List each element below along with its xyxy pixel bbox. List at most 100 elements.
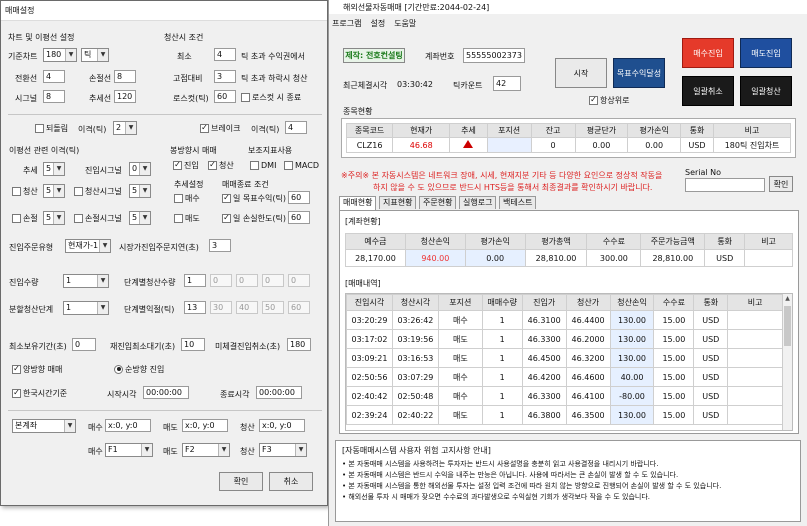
batch-clear-button[interactable]: 일괄청산 [740,76,792,106]
entry-qty-select[interactable]: 1 ▼ [63,274,109,288]
buy-entry-button[interactable]: 매수진입 [682,38,734,68]
trend-ma-select[interactable]: 5 ▼ [43,162,65,176]
daily-loss-input[interactable]: 60 [288,211,310,224]
trend-sell-checkbox[interactable]: 매도 [174,212,200,224]
direction-clear-checkbox[interactable]: ✓ 청산 [208,159,234,171]
start-button[interactable]: 시작 [555,58,607,88]
step-qty-input-3[interactable]: 0 [236,274,258,287]
tab-log[interactable]: 실행로그 [459,196,497,209]
order-type-select[interactable]: 현재가-1 ▼ [65,239,111,253]
account-number-field[interactable]: 55555002373 [463,48,525,63]
market-delay-input[interactable]: 3 [209,239,231,252]
losscut-exit-checkbox[interactable]: 로스컷 시 종료 [241,91,301,103]
tab-trades[interactable]: 매매현황 [339,196,377,210]
risk-notice-panel: [자동매매시스템 사용자 위험 고지사항 안내] • 본 자동매매 시스템을 사… [335,440,801,522]
stop-ma-select[interactable]: 5 ▼ [43,211,65,225]
step-qty-input-2[interactable]: 0 [210,274,232,287]
tab-backtest[interactable]: 백테스트 [499,196,537,209]
trend-buy-checkbox[interactable]: 매수 [174,192,200,204]
step-gap-input-4[interactable]: 50 [262,301,284,314]
batch-cancel-button[interactable]: 일괄취소 [682,76,734,106]
table-row[interactable]: 03:09:21 03:16:53 매도 1 46.4500 46.3200 130.00 1… [346,348,783,368]
oneway-radio[interactable]: 순방향 진입 [114,363,164,375]
sell-entry-button[interactable]: 매도진입 [740,38,792,68]
sell-coord-input[interactable]: x:0, y:0 [182,419,228,432]
trade-cell [727,386,783,406]
trade-scrollbar[interactable]: ▲ [782,294,792,430]
bidirectional-checkbox[interactable]: ✓ 양방향 매매 [12,363,62,375]
scrollbar-thumb[interactable] [784,306,791,346]
tab-orders[interactable]: 주문현황 [419,196,457,209]
table-row[interactable]: 03:20:29 03:26:42 매수 1 46.3100 46.4400 130.00 1… [346,310,783,330]
break-gap-input[interactable]: 4 [285,121,307,134]
table-row[interactable]: 02:39:24 02:40:22 매도 1 46.3800 46.3500 130.00 1… [346,405,783,425]
macd-checkbox[interactable]: MACD [284,159,319,171]
serial-confirm-button[interactable]: 확인 [769,176,793,192]
target-reached-button[interactable]: 목표수익달성 [613,58,665,88]
step-qty-input-1[interactable]: 1 [184,274,206,287]
table-row[interactable]: CLZ16 46.68 0 0.00 0.00 USD 180틱 진입차트 [345,137,791,153]
risk-notice-line: • 본 자동매매 시스템을 통한 해외선물 투자는 설정 입력 조건에 따라 원… [342,482,722,490]
transfer-line-input[interactable]: 4 [43,70,65,83]
clear-ma-checkbox[interactable]: 청산 [12,185,38,197]
clear-signal-select[interactable]: 5 ▼ [129,184,151,198]
base-chart-unit-select[interactable]: 틱 ▼ [81,48,109,62]
dmi-checkbox[interactable]: DMI [250,159,276,171]
step-gap-input-1[interactable]: 13 [184,301,206,314]
table-row[interactable]: 03:17:02 03:19:56 매도 1 46.3300 46.2000 130.00 1… [346,329,783,349]
sell-key-select[interactable]: F2 ▼ [182,443,230,457]
table-row[interactable]: 02:40:42 02:50:48 매수 1 46.3300 46.4100 -80.00 1… [346,386,783,406]
base-chart-select[interactable]: 180 ▼ [43,48,77,62]
step-gap-input-5[interactable]: 60 [288,301,310,314]
menu-settings[interactable]: 설정 [370,18,385,29]
table-row[interactable]: 02:50:56 03:07:29 매수 1 46.4200 46.4600 40.00 15… [346,367,783,387]
break-checkbox[interactable]: ✓ 브레이크 [200,122,240,134]
clear-signal-checkbox[interactable]: 청산시그널 [74,185,122,197]
account-mode-select[interactable]: 본계좌 ▼ [12,419,76,433]
target-profit-input[interactable]: 60 [288,191,310,204]
rebound-checkbox[interactable]: 되돌림 [35,122,68,134]
entry-signal-select[interactable]: 0 ▼ [129,162,151,176]
step-gap-input-2[interactable]: 30 [210,301,232,314]
stock-header: 비고 [713,123,791,138]
clear-coord-input[interactable]: x:0, y:0 [259,419,305,432]
min-hold-input[interactable]: 0 [72,338,96,351]
ok-button[interactable]: 확인 [219,472,263,491]
step-qty-input-4[interactable]: 0 [262,274,284,287]
chevron-down-icon: ▼ [97,49,108,61]
reentry-wait-input[interactable]: 10 [181,338,205,351]
clear-key-select[interactable]: F3 ▼ [259,443,307,457]
target-profit-checkbox[interactable]: ✓ 일 목표수익(틱) [222,192,286,204]
min-profit-input[interactable]: 4 [214,48,236,61]
split-step-select[interactable]: 1 ▼ [63,301,109,315]
clear-ma-select[interactable]: 5 ▼ [43,184,65,198]
trailing-input[interactable]: 3 [214,70,236,83]
start-time-input[interactable]: 00:00:00 [143,386,189,399]
trend-line-input[interactable]: 120 [114,90,136,103]
korea-time-checkbox[interactable]: ✓ 한국시간기준 [12,387,67,399]
direction-entry-checkbox[interactable]: ✓ 진입 [173,159,199,171]
step-gap-input-3[interactable]: 40 [236,301,258,314]
always-on-top-checkbox[interactable]: ✓ 항상위로 [589,94,629,106]
loss-line-input[interactable]: 8 [114,70,136,83]
stop-signal-select[interactable]: 5 ▼ [129,211,151,225]
cancel-button[interactable]: 취소 [269,472,313,491]
sell-key-label: 매도 [163,447,178,456]
buy-key-select[interactable]: F1 ▼ [105,443,153,457]
table-row[interactable]: 28,170.00 940.00 0.00 28,810.00 300.00 2… [345,249,793,267]
rebound-gap-select[interactable]: 2 ▼ [113,121,137,135]
stop-ma-checkbox[interactable]: 손절 [12,212,38,224]
signal-input[interactable]: 8 [43,90,65,103]
serial-input[interactable] [685,178,765,192]
step-qty-input-5[interactable]: 0 [288,274,310,287]
menu-help[interactable]: 도움말 [394,18,416,29]
end-time-input[interactable]: 00:00:00 [256,386,302,399]
stop-signal-checkbox[interactable]: 손절시그널 [74,212,122,224]
scroll-up-icon[interactable]: ▲ [784,295,791,303]
tab-indicators[interactable]: 지표현황 [379,196,417,209]
losscut-input[interactable]: 60 [214,90,236,103]
buy-coord-input[interactable]: x:0, y:0 [105,419,151,432]
daily-loss-checkbox[interactable]: ✓ 일 손실한도(틱) [222,212,286,224]
unfilled-cancel-input[interactable]: 180 [287,338,311,351]
menu-program[interactable]: 프로그램 [332,18,361,29]
